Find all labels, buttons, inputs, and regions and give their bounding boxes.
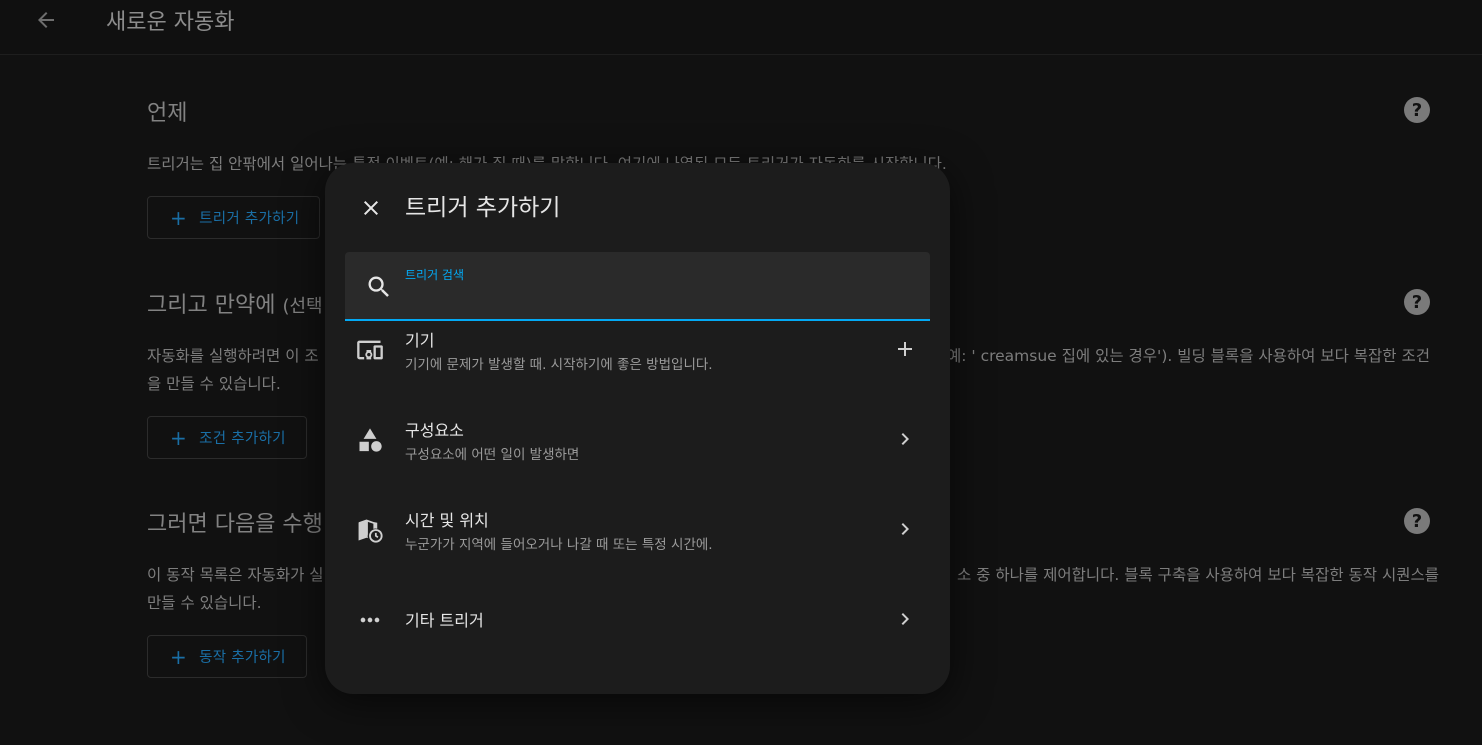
item-title: 시간 및 위치 xyxy=(405,511,489,530)
plus-icon: + xyxy=(170,205,188,230)
devices-icon xyxy=(357,340,383,360)
item-icon-wrap xyxy=(355,425,385,455)
dialog-title: 트리거 추가하기 xyxy=(405,195,561,221)
map-clock-icon xyxy=(358,519,383,543)
description-start: 자동화를 실행하려면 이 조 xyxy=(147,347,319,365)
plus-icon: + xyxy=(170,425,188,450)
item-subtitle: 구성요소에 어떤 일이 발생하면 xyxy=(405,447,580,463)
button-label: 동작 추가하기 xyxy=(199,650,286,666)
chevron-right-wrap xyxy=(891,425,919,453)
help-icon[interactable]: ? xyxy=(1404,289,1430,315)
chevron-right-wrap xyxy=(891,515,919,543)
help-icon[interactable]: ? xyxy=(1404,508,1430,534)
section-title-text: 언제 xyxy=(147,101,188,126)
plus-icon: + xyxy=(170,644,188,669)
close-button[interactable] xyxy=(353,190,389,226)
description-line2: 을 만들 수 있습니다. xyxy=(147,375,281,393)
arrow-left-icon xyxy=(38,12,54,28)
chevron-right-icon xyxy=(901,523,909,535)
list-item-time-location[interactable]: 시간 및 위치 누군가가 지역에 들어오거나 나갈 때 또는 특정 시간에. xyxy=(325,493,950,583)
search-input[interactable] xyxy=(405,286,909,314)
section-title-text: 그리고 만약에 xyxy=(147,293,276,318)
section-title-when: 언제 xyxy=(147,95,187,127)
item-title: 기타 트리거 xyxy=(405,611,484,630)
item-title: 기기 xyxy=(405,331,435,350)
help-icon[interactable]: ? xyxy=(1404,97,1430,123)
list-item-other-triggers[interactable]: 기타 트리거 xyxy=(325,583,950,673)
shapes-icon xyxy=(359,428,382,452)
add-device-trigger-button[interactable] xyxy=(891,335,919,363)
back-button[interactable] xyxy=(28,2,64,38)
description-tail: 소 중 하나를 제어합니다. 블록 구축을 사용하여 보다 복잡한 동작 시퀀스… xyxy=(957,566,1439,584)
button-label: 트리거 추가하기 xyxy=(199,211,300,227)
optional-label: (선택 xyxy=(282,296,323,317)
item-subtitle: 누군가가 지역에 들어오거나 나갈 때 또는 특정 시간에. xyxy=(405,537,713,553)
add-condition-button[interactable]: + 조건 추가하기 xyxy=(147,416,307,459)
section-title-and-if: 그리고 만약에 (선택 xyxy=(147,287,323,319)
chevron-right-icon xyxy=(901,613,909,625)
add-trigger-dialog: 트리거 추가하기 트리거 검색 기기 기기에 문제가 발생할 때. 시작하기에 … xyxy=(325,163,950,694)
dots-horizontal-icon xyxy=(360,617,380,623)
item-icon-wrap xyxy=(355,335,385,365)
search-icon xyxy=(368,276,389,297)
add-action-button[interactable]: + 동작 추가하기 xyxy=(147,635,307,678)
list-item-device[interactable]: 기기 기기에 문제가 발생할 때. 시작하기에 좋은 방법입니다. xyxy=(325,313,950,403)
trigger-search-field[interactable]: 트리거 검색 xyxy=(345,252,930,321)
search-label: 트리거 검색 xyxy=(405,268,465,282)
section-title-text: 그러면 다음을 수행 xyxy=(147,512,323,537)
description-line2: 만들 수 있습니다. xyxy=(147,594,262,612)
top-app-bar: 새로운 자동화 xyxy=(0,0,1482,55)
item-subtitle: 기기에 문제가 발생할 때. 시작하기에 좋은 방법입니다. xyxy=(405,357,713,373)
add-trigger-button[interactable]: + 트리거 추가하기 xyxy=(147,196,321,239)
list-item-entity[interactable]: 구성요소 구성요소에 어떤 일이 발생하면 xyxy=(325,403,950,493)
plus-icon xyxy=(898,342,912,356)
automation-editor-page: 새로운 자동화 언제 ? 트리거는 집 안팎에서 일어나는 특정 이벤트(예: … xyxy=(0,0,1482,745)
item-title: 구성요소 xyxy=(405,421,464,440)
page-title: 새로운 자동화 xyxy=(106,10,235,35)
item-icon-wrap xyxy=(355,605,385,635)
description-start: 이 동작 목록은 자동화가 실 xyxy=(147,566,324,584)
close-icon xyxy=(364,201,378,215)
chevron-right-wrap xyxy=(891,605,919,633)
item-icon-wrap xyxy=(355,515,385,545)
chevron-right-icon xyxy=(901,433,909,445)
section-title-then-do: 그러면 다음을 수행 xyxy=(147,506,323,538)
description-tail: 예: ' creamsue 집에 있는 경우'). 빌딩 블록을 사용하여 보다… xyxy=(947,347,1431,365)
button-label: 조건 추가하기 xyxy=(199,431,286,447)
